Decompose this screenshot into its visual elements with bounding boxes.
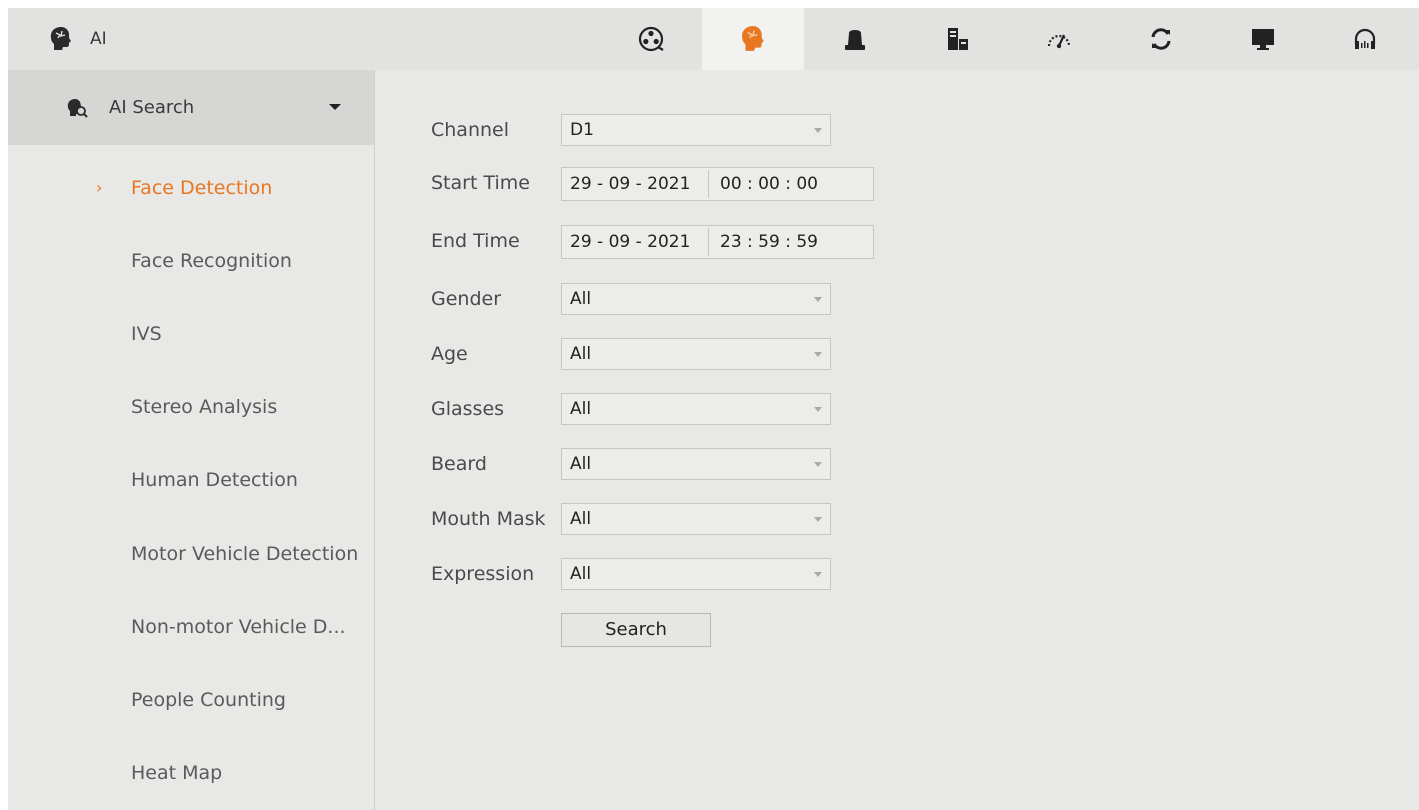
start-time-input[interactable]: 00 : 00 : 00 xyxy=(720,168,818,200)
sidebar-item-non-motor-vehicle-detection[interactable]: Non-motor Vehicle D... xyxy=(8,607,374,647)
beard-label: Beard xyxy=(431,453,487,475)
sidebar-item-motor-vehicle-detection[interactable]: Motor Vehicle Detection xyxy=(8,534,374,574)
dropdown-arrow-icon xyxy=(814,572,822,577)
app-window: AI AI Search › Face Detection Face Recog… xyxy=(8,8,1419,810)
app-title-label: AI xyxy=(90,29,107,49)
age-select[interactable]: All xyxy=(561,338,831,370)
age-value: All xyxy=(570,344,592,364)
channel-select[interactable]: D1 xyxy=(561,114,831,146)
sidebar-item-people-counting[interactable]: People Counting xyxy=(8,680,374,720)
nav-audio[interactable] xyxy=(1314,8,1416,70)
sidebar-item-label: IVS xyxy=(131,323,162,345)
dropdown-arrow-icon xyxy=(814,128,822,133)
gender-select[interactable]: All xyxy=(561,283,831,315)
sidebar-item-label: Motor Vehicle Detection xyxy=(131,543,359,565)
chevron-right-icon: › xyxy=(96,178,103,197)
end-time-label: End Time xyxy=(431,230,520,252)
sidebar-group-ai-search[interactable]: AI Search xyxy=(8,70,374,145)
sidebar-item-label: Face Recognition xyxy=(131,250,292,272)
dropdown-arrow-icon xyxy=(814,297,822,302)
dropdown-arrow-icon xyxy=(814,352,822,357)
monitor-icon xyxy=(1252,29,1274,50)
ai-head-active-icon xyxy=(742,26,764,51)
sidebar-item-label: Human Detection xyxy=(131,469,298,491)
sidebar-item-label: People Counting xyxy=(131,689,286,711)
search-form: Channel D1 Start Time 29 - 09 - 2021 00 … xyxy=(375,70,1419,810)
mouth-mask-value: All xyxy=(570,509,592,529)
nav-playback[interactable] xyxy=(600,8,702,70)
ai-search-icon xyxy=(67,99,88,118)
film-reel-icon xyxy=(638,26,664,52)
alarm-light-icon xyxy=(845,30,865,50)
search-button[interactable]: Search xyxy=(561,613,711,647)
nav-system[interactable] xyxy=(1008,8,1110,70)
divider xyxy=(708,170,709,198)
gender-value: All xyxy=(570,289,592,309)
age-label: Age xyxy=(431,343,468,365)
sidebar-item-label: Non-motor Vehicle D... xyxy=(131,616,346,638)
expression-value: All xyxy=(570,564,592,584)
sidebar-item-heat-map[interactable]: Heat Map xyxy=(8,753,374,793)
end-date-input[interactable]: 29 - 09 - 2021 xyxy=(570,226,690,258)
nav-alarm[interactable] xyxy=(804,8,906,70)
start-time-label: Start Time xyxy=(431,172,530,194)
speedometer-icon xyxy=(1047,34,1071,49)
refresh-icon xyxy=(1151,28,1171,50)
sidebar-item-face-recognition[interactable]: Face Recognition xyxy=(8,241,374,281)
sidebar-group-label: AI Search xyxy=(109,97,195,118)
ai-head-icon xyxy=(50,27,71,50)
storage-icon xyxy=(948,28,968,50)
sidebar-item-label: Face Detection xyxy=(131,177,273,199)
nav-storage[interactable] xyxy=(906,8,1008,70)
beard-value: All xyxy=(570,454,592,474)
nav-display[interactable] xyxy=(1212,8,1314,70)
top-toolbar: AI xyxy=(8,8,1419,70)
gender-label: Gender xyxy=(431,288,502,310)
dropdown-arrow-icon xyxy=(814,517,822,522)
glasses-value: All xyxy=(570,399,592,419)
beard-select[interactable]: All xyxy=(561,448,831,480)
nav-maintenance[interactable] xyxy=(1110,8,1212,70)
headset-icon xyxy=(1354,28,1376,49)
glasses-select[interactable]: All xyxy=(561,393,831,425)
end-time-input[interactable]: 23 : 59 : 59 xyxy=(720,226,818,258)
start-time-field: 29 - 09 - 2021 00 : 00 : 00 xyxy=(561,167,874,201)
sidebar: AI Search › Face Detection Face Recognit… xyxy=(8,70,375,810)
nav-ai[interactable] xyxy=(702,8,804,70)
start-date-input[interactable]: 29 - 09 - 2021 xyxy=(570,168,690,200)
glasses-label: Glasses xyxy=(431,398,505,420)
channel-label: Channel xyxy=(431,119,510,141)
expression-label: Expression xyxy=(431,563,535,585)
sidebar-item-label: Stereo Analysis xyxy=(131,396,278,418)
mouth-mask-select[interactable]: All xyxy=(561,503,831,535)
mouth-mask-label: Mouth Mask xyxy=(431,508,546,530)
end-time-field: 29 - 09 - 2021 23 : 59 : 59 xyxy=(561,225,874,259)
expression-select[interactable]: All xyxy=(561,558,831,590)
sidebar-item-ivs[interactable]: IVS xyxy=(8,314,374,354)
sidebar-item-human-detection[interactable]: Human Detection xyxy=(8,460,374,500)
sidebar-item-label: Heat Map xyxy=(131,762,223,784)
divider xyxy=(708,228,709,256)
app-title: AI xyxy=(48,8,107,70)
dropdown-arrow-icon xyxy=(814,407,822,412)
sidebar-item-stereo-analysis[interactable]: Stereo Analysis xyxy=(8,387,374,427)
sidebar-item-face-detection[interactable]: › Face Detection xyxy=(8,168,374,208)
chevron-down-icon xyxy=(329,104,341,110)
channel-value: D1 xyxy=(570,120,594,140)
dropdown-arrow-icon xyxy=(814,462,822,467)
